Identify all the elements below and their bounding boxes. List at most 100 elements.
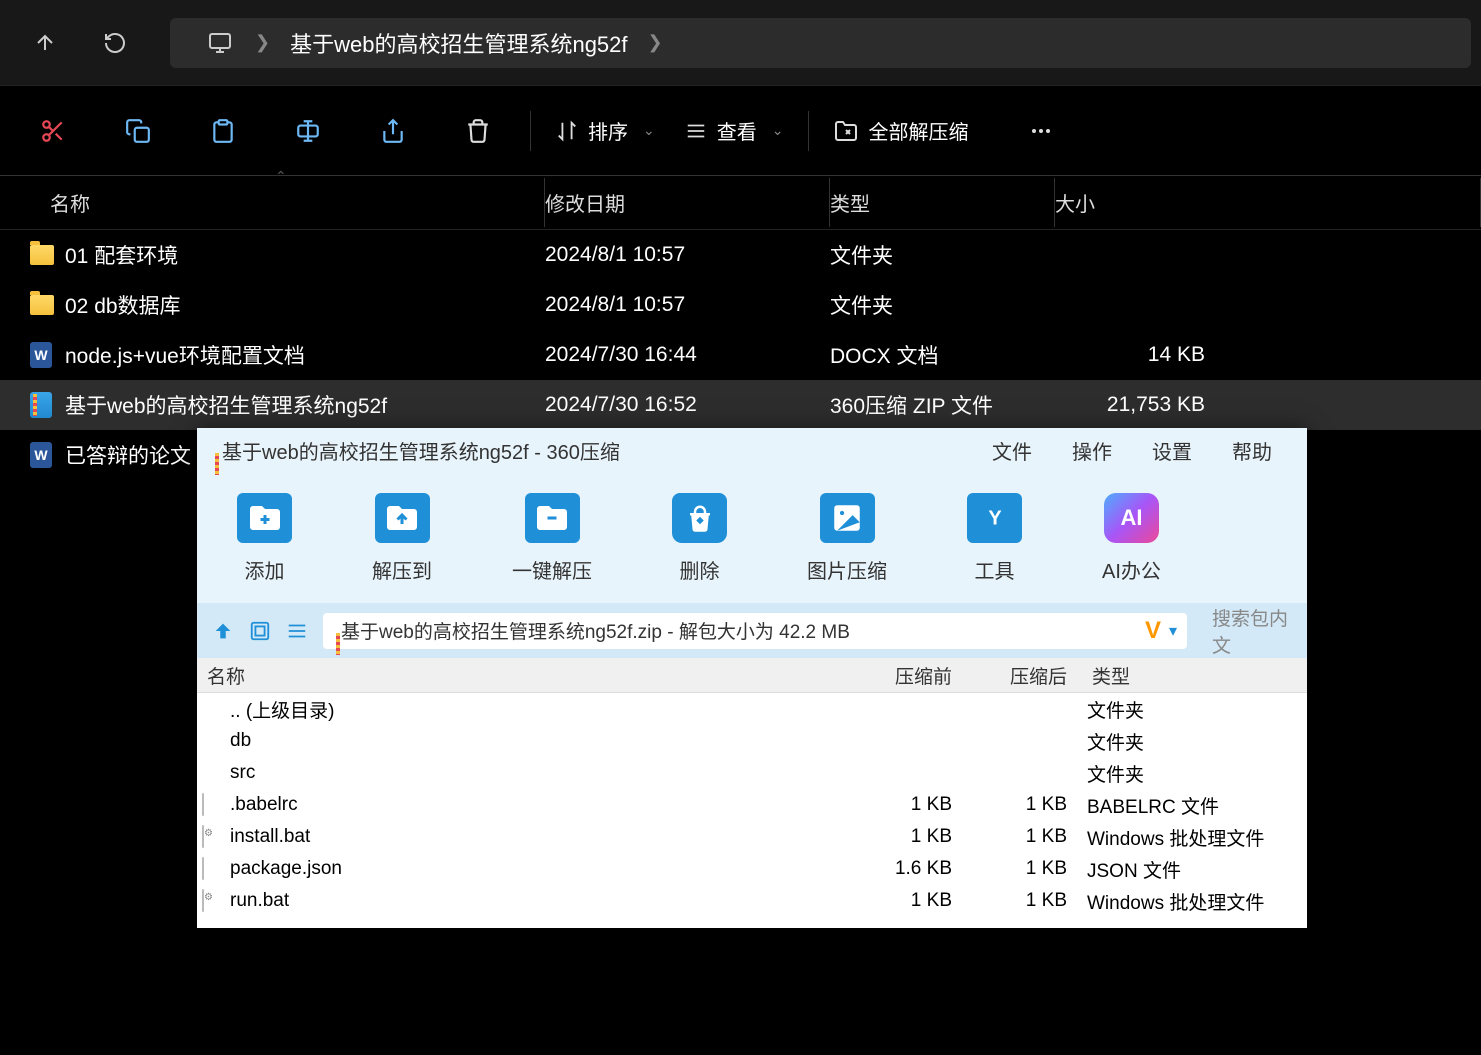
size-before: 1.6 KB [827, 858, 972, 880]
list-icon [685, 120, 707, 142]
archive-file-row[interactable]: install.bat1 KB1 KBWindows 批处理文件 [197, 821, 1307, 853]
archive-title-bar[interactable]: 基于web的高校招生管理系统ng52f - 360压缩 文件 操作 设置 帮助 [197, 428, 1307, 473]
nav-bar: ❯ 基于web的高校招生管理系统ng52f ❯ [0, 0, 1481, 85]
file-type: DOCX 文档 [830, 340, 1055, 370]
col-after[interactable]: 压缩后 [972, 662, 1087, 689]
size-before: 1 KB [827, 794, 972, 816]
file-row[interactable]: 基于web的高校招生管理系统ng52f2024/7/30 16:52360压缩 … [0, 380, 1481, 430]
breadcrumb[interactable]: ❯ 基于web的高校招生管理系统ng52f ❯ [170, 18, 1471, 68]
extract-all-button[interactable]: 全部解压缩 [819, 103, 983, 158]
archive-path[interactable]: 基于web的高校招生管理系统ng52f.zip - 解包大小为 42.2 MB … [323, 613, 1187, 649]
size-after: 1 KB [972, 890, 1087, 912]
menu-help[interactable]: 帮助 [1232, 436, 1272, 465]
file-type: Windows 批处理文件 [1087, 824, 1307, 851]
menu-file[interactable]: 文件 [992, 436, 1032, 465]
tools-button[interactable]: Y 工具 [967, 493, 1022, 584]
archive-nav-bar: 基于web的高校招生管理系统ng52f.zip - 解包大小为 42.2 MB … [197, 603, 1307, 658]
archive-file-row[interactable]: db 文件夹 [197, 725, 1307, 757]
view-button[interactable]: 查看 ⌄ [670, 103, 799, 158]
file-type: 文件夹 [1087, 696, 1307, 723]
extract-to-button[interactable]: 解压到 [372, 493, 432, 584]
vip-badge[interactable]: V [1145, 617, 1161, 645]
add-button[interactable]: 添加 [237, 493, 292, 584]
add-icon [237, 493, 292, 543]
file-name: src [230, 762, 827, 784]
doc-icon: W [30, 442, 52, 468]
size-after: 1 KB [972, 858, 1087, 880]
file-date: 2024/7/30 16:44 [545, 343, 830, 367]
file-name: 基于web的高校招生管理系统ng52f [65, 390, 545, 420]
search-input[interactable]: 搜索包内文 [1202, 604, 1292, 658]
file-name: node.js+vue环境配置文档 [65, 340, 545, 370]
folder-icon [30, 295, 54, 315]
col-name[interactable]: 名称 [202, 662, 827, 689]
file-type: 文件夹 [1087, 728, 1307, 755]
list-view-button[interactable] [286, 620, 308, 642]
rename-button[interactable] [280, 103, 335, 158]
dropdown-icon[interactable]: ▾ [1169, 621, 1177, 641]
file-type: 文件夹 [830, 290, 1055, 320]
delete-button[interactable] [450, 103, 505, 158]
bat-icon [202, 889, 204, 912]
sort-button[interactable]: 排序 ⌄ [541, 103, 670, 158]
menu-settings[interactable]: 设置 [1152, 436, 1192, 465]
file-row[interactable]: 02 db数据库2024/8/1 10:57文件夹 [0, 280, 1481, 330]
breadcrumb-current[interactable]: 基于web的高校招生管理系统ng52f [270, 27, 647, 59]
resize-handle-icon[interactable]: ⌃ [275, 168, 287, 185]
ai-office-button[interactable]: AI AI办公 [1102, 493, 1161, 584]
back-button[interactable] [20, 18, 70, 68]
card-view-button[interactable] [249, 620, 271, 642]
refresh-button[interactable] [90, 18, 140, 68]
delete-label: 删除 [680, 555, 720, 584]
paste-button[interactable] [195, 103, 250, 158]
share-button[interactable] [365, 103, 420, 158]
col-before[interactable]: 压缩前 [827, 662, 972, 689]
up-button[interactable] [212, 620, 234, 642]
archive-file-row[interactable]: run.bat1 KB1 KBWindows 批处理文件 [197, 885, 1307, 917]
cut-button[interactable] [25, 103, 80, 158]
archive-title: 基于web的高校招生管理系统ng52f - 360压缩 [222, 436, 992, 465]
more-button[interactable] [1013, 103, 1068, 158]
col-date[interactable]: 修改日期 [545, 178, 830, 227]
file-name: 02 db数据库 [65, 290, 545, 320]
archive-file-list: .. (上级目录)文件夹db文件夹src文件夹.babelrc1 KB1 KBB… [197, 693, 1307, 917]
image-compress-button[interactable]: 图片压缩 [807, 493, 887, 584]
col-type[interactable]: 类型 [1087, 662, 1307, 689]
file-date: 2024/8/1 10:57 [545, 293, 830, 317]
chevron-down-icon: ⌄ [643, 122, 655, 139]
extract-all-label: 全部解压缩 [868, 116, 968, 145]
bat-icon [202, 825, 204, 848]
file-row[interactable]: 01 配套环境2024/8/1 10:57文件夹 [0, 230, 1481, 280]
zip-icon [30, 392, 52, 418]
col-type[interactable]: 类型 [830, 178, 1055, 227]
archive-file-row[interactable]: src文件夹 [197, 757, 1307, 789]
one-click-extract-button[interactable]: 一键解压 [512, 493, 592, 584]
file-name: db [230, 730, 827, 752]
file-type: JSON 文件 [1087, 856, 1307, 883]
tools-label: 工具 [975, 555, 1015, 584]
size-before: 1 KB [827, 826, 972, 848]
add-label: 添加 [245, 555, 285, 584]
chevron-down-icon: ⌄ [772, 122, 784, 139]
col-name[interactable]: 名称 [50, 178, 545, 227]
file-name: run.bat [230, 890, 827, 912]
hexagon-icon: Y [967, 493, 1022, 543]
delete-archive-button[interactable]: 删除 [672, 493, 727, 584]
archive-file-row[interactable]: .. (上级目录)文件夹 [197, 693, 1307, 725]
file-row[interactable]: Wnode.js+vue环境配置文档2024/7/30 16:44DOCX 文档… [0, 330, 1481, 380]
menu-operation[interactable]: 操作 [1072, 436, 1112, 465]
computer-icon[interactable] [195, 18, 245, 68]
sort-icon [556, 120, 578, 142]
chevron-right-icon: ❯ [255, 32, 270, 53]
copy-button[interactable] [110, 103, 165, 158]
file-icon [202, 793, 204, 816]
archive-icon [834, 119, 858, 143]
archive-file-row[interactable]: .babelrc1 KB1 KBBABELRC 文件 [197, 789, 1307, 821]
image-compress-label: 图片压缩 [807, 555, 887, 584]
col-size[interactable]: 大小 [1055, 178, 1481, 227]
file-icon [202, 857, 204, 880]
file-size: 14 KB [1055, 343, 1205, 367]
archive-menu: 文件 操作 设置 帮助 [992, 436, 1292, 465]
size-after: 1 KB [972, 826, 1087, 848]
archive-file-row[interactable]: package.json1.6 KB1 KBJSON 文件 [197, 853, 1307, 885]
